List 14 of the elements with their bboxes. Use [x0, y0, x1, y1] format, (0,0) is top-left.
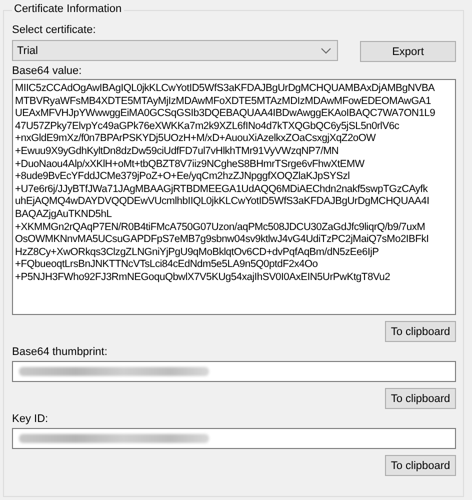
field-label: Key ID:	[12, 412, 48, 426]
input-field[interactable]	[12, 428, 456, 449]
field-label: Select certificate:	[12, 23, 96, 37]
group-title: Certificate Information	[12, 3, 124, 15]
field-label: Base64 value:	[12, 64, 82, 78]
clipboard-button[interactable]: To clipboard	[385, 321, 456, 342]
export-button[interactable]: Export	[360, 41, 456, 62]
clipboard-button[interactable]: To clipboard	[385, 388, 456, 409]
field-label: Base64 thumbprint:	[12, 345, 108, 359]
clipboard-button[interactable]: To clipboard	[385, 455, 456, 476]
input-field[interactable]	[12, 361, 456, 382]
certificate-dropdown[interactable]: Trial	[12, 40, 338, 61]
chevron-icon	[321, 48, 331, 54]
text-area[interactable]: MIIC5zCCAdOgAwIBAgIQL0jkKLCwYotID5WfS3aKFDAJBgUrDgMCHQUAMBAxDjAMBgNVBA MTBVRyaWFsMB4XDTE5MTAyMjIzMDAwMFoXDTE5MTAzMDIzMDAwMFowEDEOMAwGA1 UEAxMFVHJpYWwwggEiMA0GCSqGSIb3DQEBAQUAA4IBDwAwggEKAoIBAQC7WA7ON1L9 47U57ZPky7ElvpYc49aGPk76eXWKKa7m2k9XZL6fINo4d7kTXQGbQC6y5jSL5n0rlV6c +nxGldE9mXz/f0n7BPArPSKYDj5UOzH+M/xD+AuouXiAzelkxZOaCsxgjXqZ2oOW +Ewuu9X9yGdhKyltDn8dzDw59ciUdfFD7ul7vHlkhTMr91VyVWzqNP7/MN +DuoNaou4Alp/xXKlH+oMt+tbQBZT8V7iiz9NCgheS8BHmrTSrge6vFhwXtEMW +8ude9BvEcYFddJCMe379jPoZ+O+Ee/yqCm2hzZJNpggfXOQZlaKJpSYSzl +U7e6r6j/JJyBTfJWa71JAgMBAAGjRTBDMEEGA1UdAQQ6MDiAEChdn2nakf5swpTGzCAyfk uhEjAQMQ4wDAYDVQQDEwVUcmlhbIIQL0jkKLCwYotID5WfS3aKFDAJBgUrDgMCHQUAA4I BAQAZjgAuTKND5hL +XKMMGn2rQAqP7EN/R0B4tiFMcA750G07Uzon/aqPMc508JDCU30ZaGdJfc9liqrQ/b9/7uxM OsOWMKNnvMA5UCsuGAPDFpS7eMB7g9sbnw04sv9ktlwJ4vG4UdiTzPC2jMaiQ7sMo2IBFkI HzZ8Cy+XwORkqs3ClzgZLNGniYjPgU9qMoBklqtOv6CD+dvPqfAqBm/dN5zEe6IjP +FQbueoqtLrsBnJNKTTNcVTsLci84cEdNdm5e5LA9n5Q0ptdF2x4Oo +P5NJH3FWho92FJ3RmNEGoquQbwlX7V5KUg54xajIhSV0I0AxEIN5UrPwKtgT8Vu2	[12, 79, 456, 315]
